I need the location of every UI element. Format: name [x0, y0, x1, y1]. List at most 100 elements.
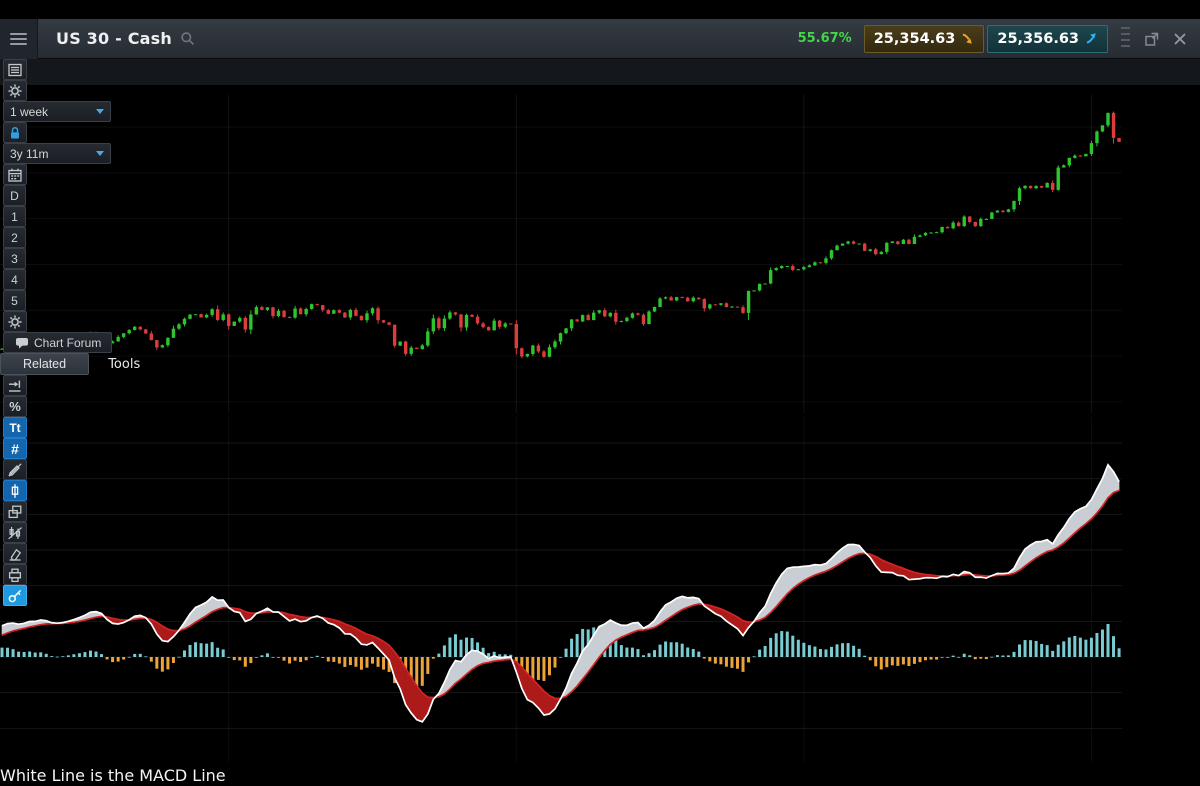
candle: [902, 240, 905, 244]
candle: [271, 307, 274, 316]
candle: [924, 233, 927, 236]
candle: [786, 266, 789, 267]
macd-histogram-bar: [83, 652, 86, 657]
instrument-title: US 30 - Cash: [56, 29, 172, 48]
macd-histogram-bar: [155, 657, 158, 669]
window-drag-handle[interactable]: [1121, 27, 1130, 51]
macd-histogram-bar: [189, 645, 192, 657]
candle-style-icon[interactable]: [3, 480, 27, 501]
macd-histogram-bar: [620, 645, 623, 657]
candle: [1073, 156, 1076, 158]
macd-histogram-bar: [742, 657, 745, 672]
timeframe-2-button[interactable]: 2: [3, 227, 26, 248]
key-settings-icon[interactable]: [3, 585, 27, 606]
chart-forum-button[interactable]: Chart Forum: [3, 332, 112, 353]
lock-icon[interactable]: [3, 122, 27, 143]
candle: [963, 217, 966, 227]
candle: [885, 243, 888, 252]
timeframe-1-button[interactable]: 1: [3, 206, 26, 227]
macd-histogram-bar: [1084, 640, 1087, 657]
macd-histogram-bar: [576, 634, 579, 657]
macd-histogram-bar: [89, 651, 92, 657]
macd-histogram-bar: [1035, 641, 1038, 657]
drawing-tools-icon[interactable]: [3, 459, 27, 480]
candle: [1062, 165, 1065, 167]
candle: [680, 297, 683, 298]
candle: [304, 309, 307, 314]
candle: [398, 342, 401, 346]
settings-gear-icon[interactable]: [3, 80, 27, 101]
macd-histogram-bar: [1062, 641, 1065, 657]
candle: [863, 244, 866, 251]
chart-list-icon[interactable]: [3, 59, 27, 80]
candle: [509, 324, 512, 325]
related-button[interactable]: Related: [0, 353, 89, 375]
print-icon[interactable]: [3, 564, 27, 585]
candle: [266, 307, 269, 310]
timeframe-3-button[interactable]: 3: [3, 248, 26, 269]
macd-line: [2, 465, 1119, 722]
macd-histogram-bar: [288, 657, 291, 663]
search-icon[interactable]: [180, 31, 196, 47]
macd-histogram-bar: [681, 644, 684, 657]
timeframe-4-button[interactable]: 4: [3, 269, 26, 290]
macd-histogram-bar: [1079, 638, 1082, 657]
candle: [940, 227, 943, 232]
candle: [1045, 183, 1048, 188]
macd-histogram-bar: [100, 654, 103, 657]
candle: [570, 319, 573, 328]
sell-price: 25,354.63: [874, 31, 956, 47]
candle: [183, 319, 186, 325]
candle: [647, 312, 650, 325]
macd-histogram-bar: [443, 645, 446, 657]
snap-to-price-icon[interactable]: [3, 375, 27, 396]
macd-histogram-bar: [869, 657, 872, 660]
macd-histogram-bar: [648, 653, 651, 657]
candle: [968, 217, 971, 222]
grid-toggle-icon[interactable]: #: [3, 438, 27, 459]
signal-line: [2, 490, 1119, 698]
sell-price-button[interactable]: 25,354.63: [864, 25, 985, 53]
range-dropdown[interactable]: 3y 11m: [3, 143, 111, 164]
macd-histogram-bar: [321, 657, 324, 658]
timeframe-settings-gear-icon[interactable]: [3, 311, 27, 332]
percent-scale-icon[interactable]: %: [3, 396, 27, 417]
popout-icon[interactable]: [1138, 25, 1166, 53]
candle: [979, 219, 982, 226]
menu-button[interactable]: [0, 19, 38, 59]
tools-label: Tools: [108, 357, 140, 372]
macd-histogram-bar: [858, 649, 861, 657]
speech-bubble-icon: [14, 335, 30, 351]
candle: [769, 270, 772, 283]
macd-histogram-bar: [6, 648, 9, 657]
candle: [1034, 186, 1037, 188]
calendar-icon[interactable]: [3, 164, 27, 185]
candle: [929, 233, 932, 234]
candle: [199, 314, 202, 317]
cascade-windows-icon[interactable]: [3, 501, 27, 522]
timeframe-5-button[interactable]: 5: [3, 290, 26, 311]
macd-chart[interactable]: [0, 417, 1122, 762]
candle: [553, 342, 556, 348]
macd-histogram-bar: [448, 638, 451, 657]
macd-histogram-bar: [824, 649, 827, 657]
candle: [791, 266, 794, 270]
close-icon[interactable]: [1166, 25, 1194, 53]
pattern-scan-icon[interactable]: [3, 522, 27, 543]
candle: [824, 258, 827, 263]
macd-histogram-bar: [327, 657, 330, 661]
macd-histogram-bar: [371, 657, 374, 664]
timeframe-day-button[interactable]: D: [3, 185, 26, 206]
macd-histogram-bar: [808, 645, 811, 657]
interval-dropdown[interactable]: 1 week: [3, 101, 111, 122]
buy-price-button[interactable]: 25,356.63: [987, 25, 1108, 53]
macd-histogram-bar: [233, 657, 236, 660]
text-size-icon[interactable]: Tt: [3, 417, 27, 438]
candle: [603, 310, 606, 316]
candle: [1112, 113, 1115, 138]
candle: [1068, 158, 1071, 165]
eraser-icon[interactable]: [3, 543, 27, 564]
candle: [1084, 154, 1087, 156]
candle: [515, 324, 518, 348]
candle: [598, 310, 601, 312]
